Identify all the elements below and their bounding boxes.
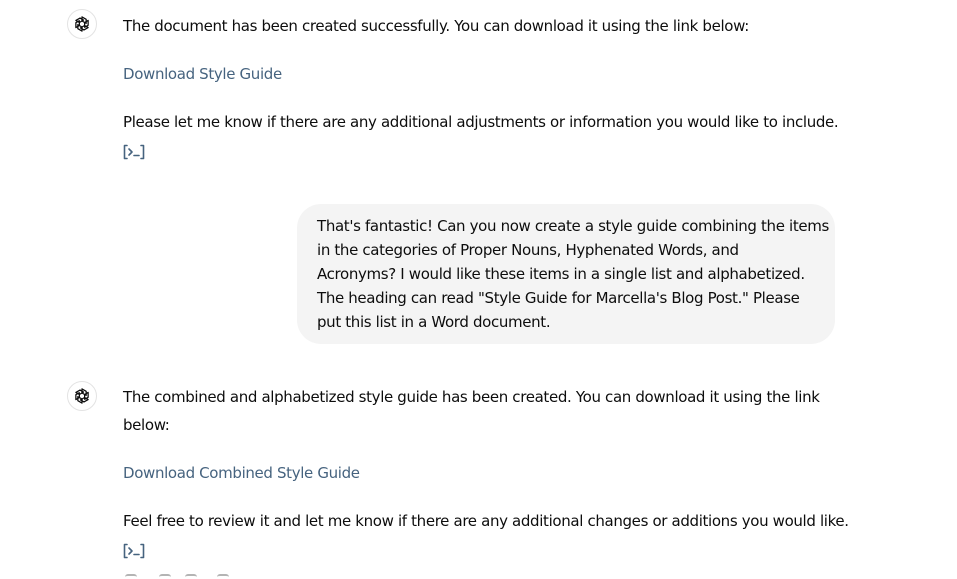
code-interpreter-icon[interactable] — [123, 144, 145, 160]
assistant-avatar — [67, 381, 97, 411]
download-combined-style-guide-link[interactable]: Download Combined Style Guide — [123, 459, 360, 487]
assistant-message-outro: Please let me know if there are any addi… — [123, 113, 839, 131]
user-message-line: That's fantastic! Can you now create a s… — [317, 217, 829, 235]
user-message-line: The heading can read "Style Guide for Ma… — [317, 289, 800, 307]
thumbs-down-icon[interactable] — [185, 574, 197, 579]
openai-logo-icon — [75, 388, 89, 404]
copy-icon[interactable] — [125, 574, 137, 579]
assistant-message-outro: Feel free to review it and let me know i… — [123, 512, 849, 530]
assistant-message-intro: The combined and alphabetized style guid… — [123, 388, 820, 434]
user-message-line: Acronyms? I would like these items in a … — [317, 265, 805, 283]
user-message-bubble: That's fantastic! Can you now create a s… — [297, 204, 835, 344]
thumbs-up-icon[interactable] — [159, 574, 171, 579]
message-action-bar — [123, 574, 263, 579]
assistant-message-intro: The document has been created successful… — [123, 17, 749, 35]
user-message-line: in the categories of Proper Nouns, Hyphe… — [317, 241, 739, 259]
regenerate-icon[interactable] — [217, 574, 229, 579]
assistant-avatar — [67, 9, 97, 39]
code-interpreter-icon[interactable] — [123, 543, 145, 559]
download-style-guide-link[interactable]: Download Style Guide — [123, 60, 282, 88]
openai-logo-icon — [75, 16, 89, 32]
user-message-line: put this list in a Word document. — [317, 313, 551, 331]
